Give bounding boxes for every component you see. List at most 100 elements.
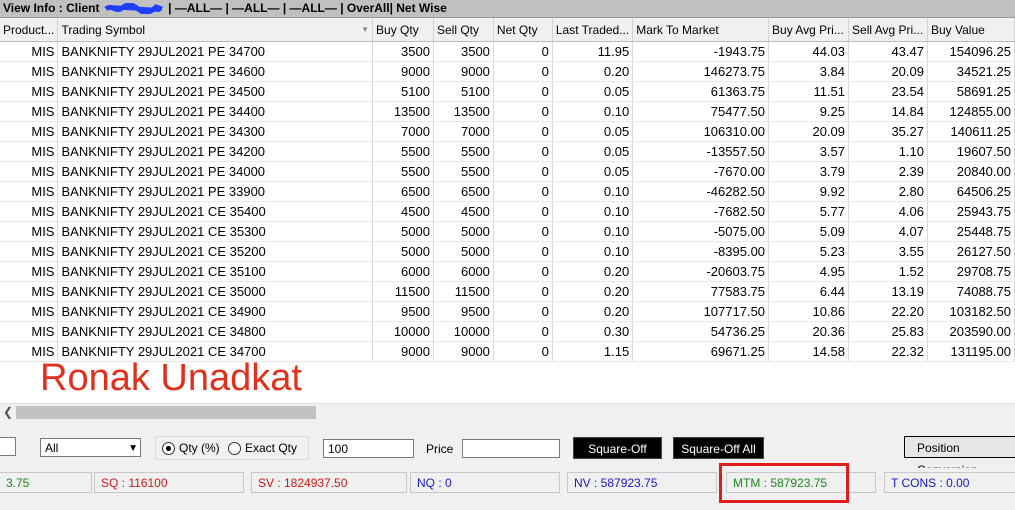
square-off-all-button[interactable]: Square-Off All [673, 437, 764, 459]
table-cell: 9000 [433, 341, 494, 362]
table-cell: 0 [493, 201, 553, 222]
table-row[interactable]: MIS BANKNIFTY 29JUL2021 CE 35100 6000 6000 0… [0, 261, 1015, 282]
table-cell: BANKNIFTY 29JUL2021 PE 34600 [57, 61, 374, 82]
table-cell: 11500 [433, 281, 494, 302]
table-cell: -7682.50 [632, 201, 770, 222]
table-row[interactable]: MIS BANKNIFTY 29JUL2021 PE 34600 9000 9000 0… [0, 61, 1015, 82]
table-cell: 6500 [372, 181, 434, 202]
table-cell: 5.23 [768, 241, 850, 262]
qty-input[interactable]: 100 [323, 439, 414, 458]
radio-exact-qty[interactable]: Exact Qty [228, 441, 297, 455]
table-cell: 203590.00 [927, 321, 1015, 342]
table-cell: 5000 [372, 221, 434, 242]
table-cell: 0 [493, 121, 553, 142]
radio-selected-icon [162, 441, 175, 455]
table-cell: 4.06 [848, 201, 928, 222]
table-cell: 3.79 [768, 161, 850, 182]
table-row[interactable]: MIS BANKNIFTY 29JUL2021 CE 34800 10000 1000… [0, 321, 1015, 342]
column-header[interactable]: Net Qty [493, 18, 553, 42]
table-row[interactable]: MIS BANKNIFTY 29JUL2021 CE 35400 4500 4500 0… [0, 201, 1015, 222]
table-cell: 10000 [433, 321, 494, 342]
table-cell: 69671.25 [632, 341, 770, 362]
table-cell: 10000 [372, 321, 434, 342]
scroll-left-icon[interactable]: ❮ [3, 404, 13, 421]
table-row[interactable]: MIS BANKNIFTY 29JUL2021 PE 33900 6500 6500 0… [0, 181, 1015, 202]
column-header[interactable]: Buy Qty [372, 18, 434, 42]
status-first-value: 3.75 [0, 472, 92, 493]
table-cell: 0.20 [552, 61, 634, 82]
table-row[interactable]: MIS BANKNIFTY 29JUL2021 PE 34400 13500 1350… [0, 101, 1015, 122]
sort-indicator-icon: ▼ [361, 24, 370, 34]
chevron-down-icon: ▼ [128, 443, 138, 454]
status-sv: SV : 1824937.50 [251, 472, 407, 493]
table-cell: 5.09 [768, 221, 850, 242]
table-cell: MIS [0, 181, 59, 202]
table-cell: 0.05 [552, 81, 634, 102]
column-header[interactable]: Product... [0, 18, 59, 42]
table-cell: 6000 [372, 261, 434, 282]
column-header[interactable]: Sell Qty [433, 18, 494, 42]
table-row[interactable]: MIS BANKNIFTY 29JUL2021 CE 35200 5000 5000 0… [0, 241, 1015, 262]
table-cell: 1.15 [552, 341, 634, 362]
price-input[interactable] [462, 439, 560, 458]
filter-dropdown-value: All [45, 441, 59, 455]
position-conversion-button[interactable]: Position Conversion [904, 436, 1015, 477]
table-row[interactable]: MIS BANKNIFTY 29JUL2021 CE 35300 5000 5000 0… [0, 221, 1015, 242]
table-cell: 0 [493, 41, 553, 62]
table-cell: 25.83 [848, 321, 928, 342]
table-cell: 25448.75 [927, 221, 1015, 242]
column-header[interactable]: Last Traded... [552, 18, 634, 42]
column-header[interactable]: Mark To Market [632, 18, 770, 42]
table-cell: 5.77 [768, 201, 850, 222]
filter-dropdown[interactable]: All ▼ [40, 438, 141, 457]
table-cell: 34521.25 [927, 61, 1015, 82]
table-cell: 5000 [372, 241, 434, 262]
table-cell: BANKNIFTY 29JUL2021 PE 34300 [57, 121, 374, 142]
table-cell: 3500 [372, 41, 434, 62]
radio-unselected-icon [228, 441, 241, 455]
table-cell: 1.10 [848, 141, 928, 162]
table-cell: -20603.75 [632, 261, 770, 282]
table-cell: BANKNIFTY 29JUL2021 PE 34500 [57, 81, 374, 102]
column-header[interactable]: Buy Avg Pri... [768, 18, 850, 42]
table-cell: 0 [493, 341, 553, 362]
table-cell: -1943.75 [632, 41, 770, 62]
table-cell: 74088.75 [927, 281, 1015, 302]
scrollbar-thumb[interactable] [16, 406, 316, 419]
table-row[interactable]: MIS BANKNIFTY 29JUL2021 PE 34000 5500 5500 0… [0, 161, 1015, 182]
column-header[interactable]: Buy Value [927, 18, 1015, 42]
table-cell: 106310.00 [632, 121, 770, 142]
table-cell: 10.86 [768, 301, 850, 322]
table-row[interactable]: MIS BANKNIFTY 29JUL2021 PE 34500 5100 5100 0… [0, 81, 1015, 102]
table-row[interactable]: MIS BANKNIFTY 29JUL2021 CE 34900 9500 9500 0… [0, 301, 1015, 322]
table-cell: 5100 [372, 81, 434, 102]
column-header[interactable]: Sell Avg Pri... [848, 18, 928, 42]
product-select-partial[interactable] [0, 437, 16, 456]
price-label: Price [426, 442, 454, 456]
table-cell: 14.58 [768, 341, 850, 362]
column-header[interactable]: ▼ Trading Symbol [57, 18, 374, 42]
table-cell: 20.09 [848, 61, 928, 82]
table-cell: 75477.50 [632, 101, 770, 122]
table-cell: 5000 [433, 221, 494, 242]
square-off-button[interactable]: Square-Off [573, 437, 662, 459]
table-cell: 0.20 [552, 261, 634, 282]
table-cell: 0.10 [552, 241, 634, 262]
table-row[interactable]: MIS BANKNIFTY 29JUL2021 PE 34700 3500 3500 0… [0, 41, 1015, 62]
table-row[interactable]: MIS BANKNIFTY 29JUL2021 CE 35000 11500 1150… [0, 281, 1015, 302]
table-cell: 26127.50 [927, 241, 1015, 262]
table-cell: 9000 [372, 341, 434, 362]
table-cell: BANKNIFTY 29JUL2021 CE 35300 [57, 221, 374, 242]
table-cell: MIS [0, 281, 59, 302]
table-cell: -13557.50 [632, 141, 770, 162]
horizontal-scrollbar[interactable]: ❮ [0, 403, 1015, 421]
radio-qty-percent[interactable]: Qty (%) [162, 441, 220, 455]
table-cell: 9.25 [768, 101, 850, 122]
table-row[interactable]: MIS BANKNIFTY 29JUL2021 PE 34200 5500 5500 0… [0, 141, 1015, 162]
table-body: MIS BANKNIFTY 29JUL2021 PE 34700 3500 3500 0… [0, 41, 1015, 362]
table-cell: MIS [0, 161, 59, 182]
table-row[interactable]: MIS BANKNIFTY 29JUL2021 PE 34300 7000 7000 0… [0, 121, 1015, 142]
table-cell: MIS [0, 241, 59, 262]
status-sq: SQ : 116100 [94, 472, 244, 493]
table-cell: 4500 [372, 201, 434, 222]
